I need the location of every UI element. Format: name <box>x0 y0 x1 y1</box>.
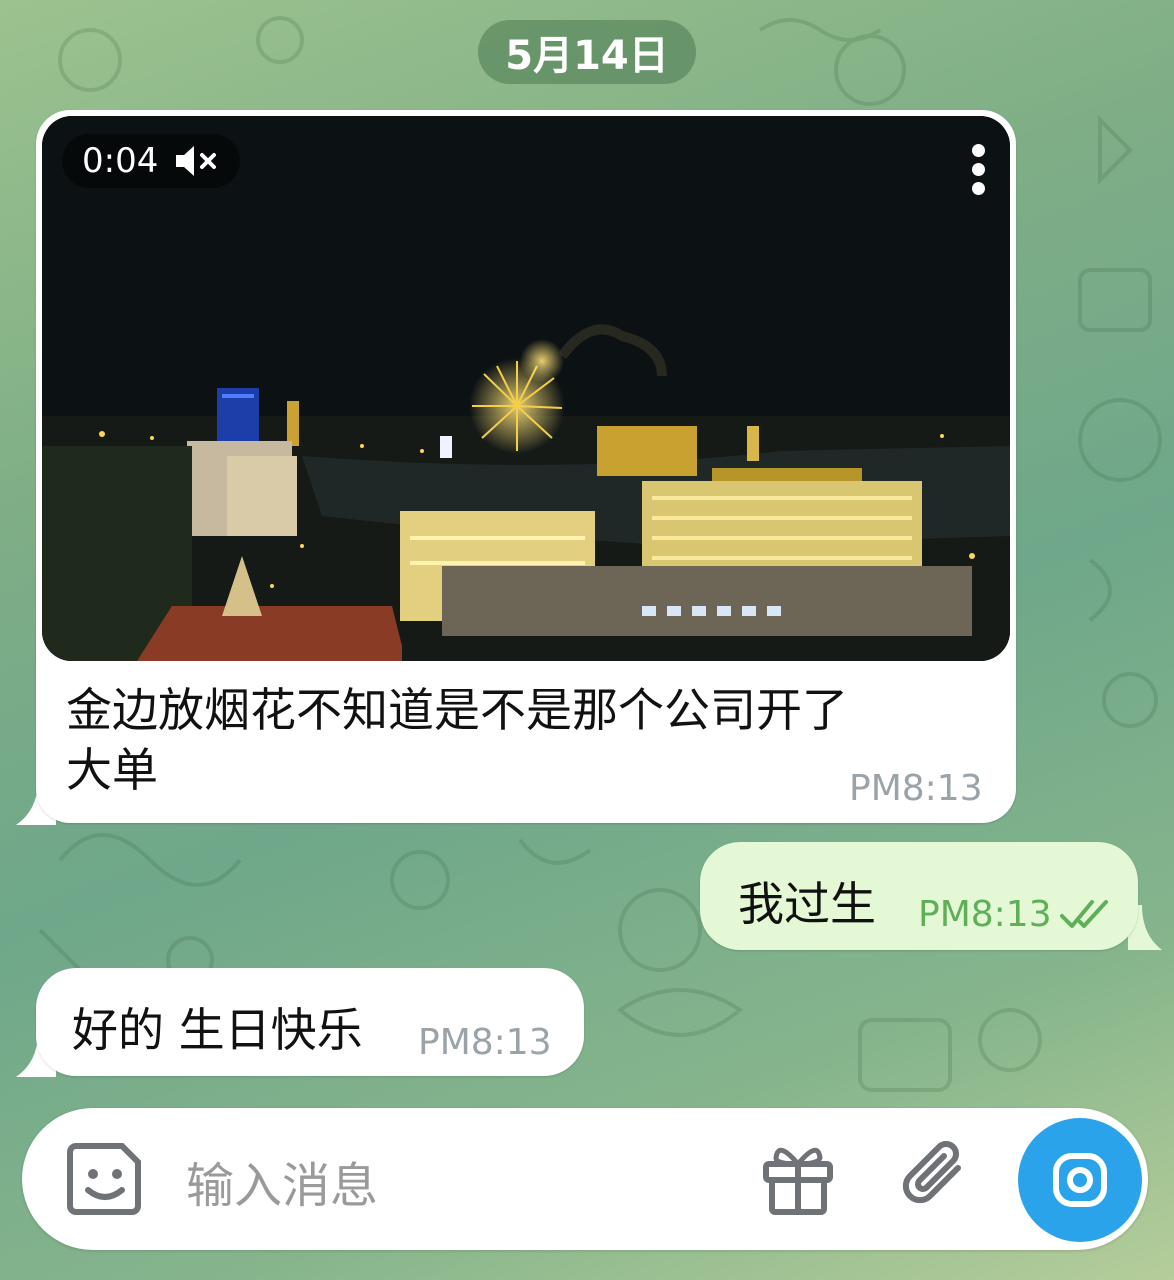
date-separator-label: 5月14日 <box>505 33 669 79</box>
attach-icon[interactable] <box>900 1138 976 1218</box>
gift-icon[interactable] <box>760 1140 836 1216</box>
message-text-line-2: 大单 <box>66 743 158 797</box>
message-text: 我过生 <box>738 877 876 931</box>
video-player[interactable]: 0:04 <box>42 116 1010 661</box>
message-time: PM8:13 <box>918 894 1052 935</box>
video-duration-badge: 0:04 <box>62 134 241 188</box>
date-separator: 5月14日 <box>478 20 696 84</box>
message-time: PM8:13 <box>849 768 983 809</box>
video-thumbnail-fireworks <box>42 116 1010 661</box>
message-text-line-1: 金边放烟花不知道是不是那个公司开了 <box>66 683 848 737</box>
message-text: 好的 生日快乐 <box>72 1003 363 1057</box>
incoming-text-message[interactable]: 好的 生日快乐 PM8:13 <box>36 968 584 1076</box>
outgoing-text-message[interactable]: 我过生 PM8:13 <box>700 842 1138 950</box>
muted-speaker-icon[interactable] <box>174 144 218 178</box>
video-duration: 0:04 <box>82 141 159 181</box>
read-double-check-icon <box>1060 900 1108 928</box>
incoming-video-message[interactable]: 0:04 金边放烟花不知道是不是那个公司开了 大单 PM8:13 <box>36 110 1016 823</box>
message-input[interactable]: 输入消息 <box>186 1146 378 1216</box>
message-time: PM8:13 <box>418 1022 552 1063</box>
message-text: 金边放烟花不知道是不是那个公司开了 大单 <box>66 680 966 800</box>
camera-button[interactable] <box>1018 1118 1142 1242</box>
more-options-icon[interactable] <box>970 144 986 204</box>
camera-icon <box>1053 1153 1107 1207</box>
sticker-icon[interactable] <box>66 1140 144 1218</box>
